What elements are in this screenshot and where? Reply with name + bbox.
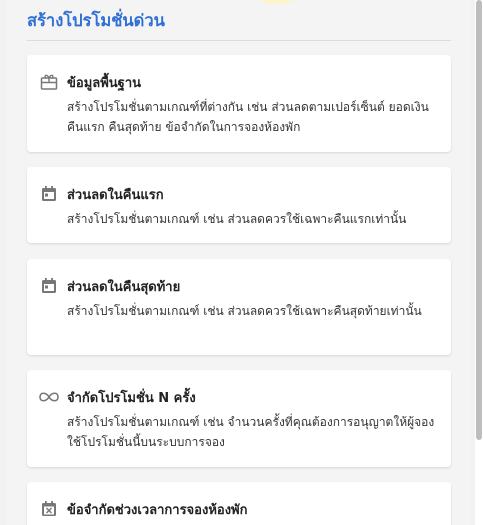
gift-icon bbox=[40, 73, 58, 91]
promo-card-basic-info[interactable]: ข้อมูลพื้นฐาน สร้างโปรโมชั่นตามเกณฑ์ที่ต… bbox=[27, 55, 451, 152]
page-title: สร้างโปรโมชั่นด่วน bbox=[27, 11, 165, 30]
promo-card-first-night[interactable]: ส่วนลดในคืนแรก สร้างโปรโมชั่นตามเกณฑ์ เช… bbox=[27, 167, 451, 243]
promo-card-description: สร้างโปรโมชั่นตามเกณฑ์ที่ต่างกัน เช่น ส่… bbox=[67, 100, 429, 134]
promo-card-title: ข้อจำกัดช่วงเวลาการจองห้องพัก bbox=[67, 503, 248, 518]
scrollbar-thumb[interactable] bbox=[476, 0, 482, 440]
infinity-icon bbox=[37, 388, 61, 406]
promo-card-title: จำกัดโปรโมชั่น N ครั้ง bbox=[67, 391, 196, 406]
promo-card-title: ส่วนลดในคืนแรก bbox=[67, 188, 164, 203]
promo-card-description: สร้างโปรโมชั่นตามเกณฑ์ เช่น ส่วนลดควรใช้… bbox=[67, 304, 422, 318]
promo-card-last-night[interactable]: ส่วนลดในคืนสุดท้าย สร้างโปรโมชั่นตามเกณฑ… bbox=[27, 259, 451, 355]
quick-promotion-panel: สร้างโปรโมชั่นด่วน ข้อมูลพื้นฐาน สร้างโป… bbox=[7, 0, 470, 525]
left-strip bbox=[0, 0, 7, 525]
decorative-glow bbox=[247, 0, 307, 4]
title-divider bbox=[27, 40, 451, 41]
calendar-icon bbox=[40, 185, 58, 203]
promo-card-limit-n-times[interactable]: จำกัดโปรโมชั่น N ครั้ง สร้างโปรโมชั่นตาม… bbox=[27, 370, 451, 467]
promo-card-description: สร้างโปรโมชั่นตามเกณฑ์ เช่น จำนวนครั้งที… bbox=[67, 415, 435, 449]
calendar-icon bbox=[40, 277, 58, 295]
promo-card-description: สร้างโปรโมชั่นตามเกณฑ์ เช่น ส่วนลดควรใช้… bbox=[67, 212, 407, 226]
promo-card-title: ข้อมูลพื้นฐาน bbox=[67, 76, 142, 91]
promo-card-booking-window[interactable]: ข้อจำกัดช่วงเวลาการจองห้องพัก bbox=[27, 482, 451, 525]
calendar-x-icon bbox=[40, 500, 58, 518]
promo-card-title: ส่วนลดในคืนสุดท้าย bbox=[67, 280, 181, 295]
